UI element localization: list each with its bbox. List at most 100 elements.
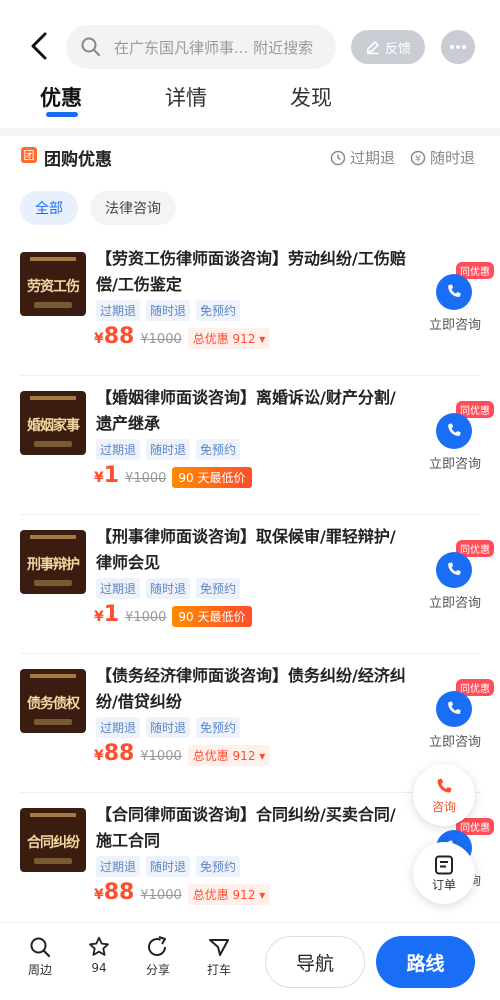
favorite-count: 94: [91, 961, 107, 975]
thumb-top-band: [30, 396, 76, 400]
favorite-button[interactable]: 94: [79, 935, 119, 975]
deal-tag: 过期退: [96, 856, 141, 877]
consult-label: 立即咨询: [428, 596, 481, 611]
currency: ¥: [94, 609, 104, 625]
consult-circle: [436, 413, 472, 449]
original-price: ¥1000: [140, 749, 182, 764]
deal-price: ¥1: [94, 463, 119, 488]
phone-icon: [437, 778, 452, 792]
thumb-top-band: [30, 535, 76, 539]
floating-order-button[interactable]: 订单: [413, 842, 475, 904]
deal-tag: 随时退: [146, 578, 191, 599]
order-icon: [435, 855, 453, 874]
phone-icon: [448, 423, 461, 436]
deal-item[interactable]: 婚姻家事 【婚姻律师面谈咨询】离婚诉讼/财产分割/遗产继承 过期退 随时退 免预约 …: [0, 377, 500, 515]
deal-tags: 过期退 随时退 免预约: [96, 578, 241, 599]
deal-tag: 随时退: [146, 300, 191, 321]
thumbnail-text: 劳资工伤: [27, 279, 80, 295]
price-row: ¥1 ¥1000 90 天最低价: [94, 463, 252, 488]
currency: ¥: [94, 470, 104, 486]
chip-legal-consult[interactable]: 法律咨询: [90, 191, 176, 225]
expired-refund-meta: 过期退: [330, 147, 395, 168]
currency: ¥: [94, 748, 104, 764]
deal-thumbnail: 婚姻家事: [20, 391, 86, 455]
consult-circle: [436, 274, 472, 310]
deal-title: 【合同律师面谈咨询】合同纠纷/买卖合同/施工合同: [96, 805, 396, 850]
phone-icon: [448, 701, 461, 714]
item-divider: [20, 653, 480, 654]
thumbnail-text: 刑事辩护: [27, 557, 80, 573]
search-icon: [81, 37, 100, 56]
group-buy-icon: 团: [21, 147, 37, 163]
deal-price: ¥1: [94, 602, 119, 627]
tab-discover[interactable]: 发现: [290, 82, 332, 112]
feedback-label: 反馈: [384, 41, 411, 57]
lowest-price-badge: 90 天最低价: [172, 606, 252, 627]
feedback-button[interactable]: 反馈: [351, 30, 425, 64]
thumb-bottom-band: [34, 302, 72, 308]
navigate-button[interactable]: 导航: [265, 936, 365, 988]
share-button[interactable]: 分享: [138, 935, 178, 978]
consult-label: 立即咨询: [428, 457, 481, 472]
deal-thumbnail: 刑事辩护: [20, 530, 86, 594]
expired-refund-label: 过期退: [350, 149, 396, 167]
route-button[interactable]: 路线: [376, 936, 475, 988]
original-price: ¥1000: [125, 610, 167, 625]
discount-badge[interactable]: 总优惠 912 ▾: [187, 884, 271, 905]
thumb-top-band: [30, 674, 76, 678]
taxi-label: 打车: [206, 963, 231, 977]
price-value: 88: [103, 880, 135, 905]
consult-circle: [436, 691, 472, 727]
deal-tag: 免预约: [196, 300, 241, 321]
more-icon: [450, 45, 466, 49]
deal-tag: 过期退: [96, 300, 141, 321]
price-value: 1: [103, 463, 120, 488]
chip-all[interactable]: 全部: [20, 191, 78, 225]
deal-title: 【婚姻律师面谈咨询】离婚诉讼/财产分割/遗产继承: [96, 388, 396, 433]
deal-thumbnail: 劳资工伤: [20, 252, 86, 316]
clock-refund-icon: [330, 150, 346, 165]
thumb-top-band: [30, 813, 76, 817]
item-divider: [20, 792, 480, 793]
deal-tag: 免预约: [196, 717, 241, 738]
back-button[interactable]: [24, 28, 54, 64]
search-input[interactable]: 在广东国凡律师事... 附近搜索: [66, 25, 336, 69]
discount-badge[interactable]: 总优惠 912 ▾: [187, 745, 271, 766]
edit-icon: [366, 40, 380, 55]
discount-badge[interactable]: 总优惠 912 ▾: [187, 328, 271, 349]
deal-tag: 免预约: [196, 856, 241, 877]
consult-label: 立即咨询: [428, 735, 481, 750]
deal-title: 【刑事律师面谈咨询】取保候审/罪轻辩护/律师会见: [96, 527, 396, 572]
currency: ¥: [94, 331, 104, 347]
more-button[interactable]: [441, 30, 475, 64]
tab-offers[interactable]: 优惠: [40, 82, 82, 112]
deal-item[interactable]: 劳资工伤 【劳资工伤律师面谈咨询】劳动纠纷/工伤赔偿/工伤鉴定 过期退 随时退 免预…: [0, 238, 500, 376]
nearby-button[interactable]: 周边: [20, 935, 60, 978]
tab-indicator: [46, 112, 78, 117]
price-value: 88: [103, 324, 135, 349]
share-label: 分享: [145, 963, 170, 977]
deal-item[interactable]: 刑事辩护 【刑事律师面谈咨询】取保候审/罪轻辩护/律师会见 过期退 随时退 免预约 …: [0, 516, 500, 654]
price-row: ¥88 ¥1000 总优惠 912 ▾: [94, 741, 271, 766]
deal-tags: 过期退 随时退 免预约: [96, 300, 241, 321]
deal-price: ¥88: [94, 324, 134, 349]
svg-text:¥: ¥: [415, 154, 421, 164]
deal-price: ¥88: [94, 741, 134, 766]
floating-consult-button[interactable]: 咨询: [413, 764, 475, 826]
price-value: 1: [103, 602, 120, 627]
section-divider: [0, 128, 500, 136]
deal-tag: 过期退: [96, 439, 141, 460]
deal-tag: 免预约: [196, 439, 241, 460]
deal-price: ¥88: [94, 880, 134, 905]
deal-thumbnail: 合同纠纷: [20, 808, 86, 872]
thumbnail-text: 债务债权: [27, 696, 80, 712]
deal-title: 【债务经济律师面谈咨询】债务纠纷/经济纠纷/借贷纠纷: [96, 666, 406, 711]
tab-details[interactable]: 详情: [165, 82, 207, 112]
share-icon: [148, 936, 166, 956]
deal-tag: 过期退: [96, 717, 141, 738]
original-price: ¥1000: [125, 471, 167, 486]
refund-icon: ¥: [410, 150, 426, 165]
phone-icon: [448, 284, 461, 297]
price-value: 88: [103, 741, 135, 766]
taxi-button[interactable]: 打车: [199, 935, 239, 978]
